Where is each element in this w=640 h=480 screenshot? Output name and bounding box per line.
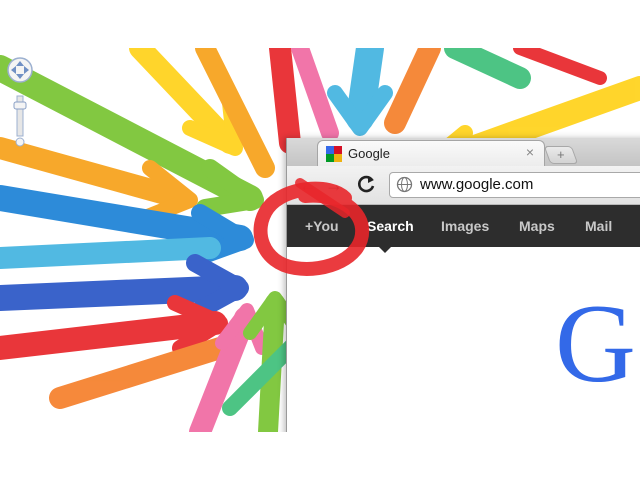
gbar-item-mail[interactable]: Mail (585, 218, 612, 234)
gbar-item-images[interactable]: Images (441, 218, 489, 234)
tab-google[interactable]: Google × (317, 140, 545, 167)
address-bar[interactable]: www.google.com (389, 172, 640, 198)
tab-title: Google (348, 146, 390, 161)
artwork-canvas: Google × + ← → www.google.com +You Searc… (0, 48, 640, 432)
url-text: www.google.com (420, 176, 534, 193)
google-logo-partial: G (555, 282, 636, 406)
map-pan-zoom-control[interactable] (6, 56, 34, 156)
forward-arrow-icon[interactable]: → (325, 175, 343, 196)
gbar-item-maps[interactable]: Maps (519, 218, 555, 234)
tab-strip: Google × + (287, 138, 640, 167)
new-tab-label: + (557, 147, 565, 162)
google-bar: +You Search Images Maps Mail (287, 205, 640, 253)
new-tab-button[interactable]: + (543, 146, 579, 164)
gbar-item-search[interactable]: Search (367, 218, 414, 234)
tab-close-icon[interactable]: × (526, 144, 534, 160)
gbar-item-plus-you[interactable]: +You (305, 218, 339, 234)
screenshot-stage: Google × + ← → www.google.com +You Searc… (0, 0, 640, 480)
google-favicon-icon (326, 146, 342, 162)
reload-icon[interactable] (357, 174, 377, 194)
browser-toolbar: ← → www.google.com (287, 166, 640, 205)
back-arrow-icon[interactable]: ← (299, 175, 317, 196)
browser-window: Google × + ← → www.google.com +You Searc… (286, 138, 640, 432)
globe-icon (396, 176, 413, 193)
active-item-pointer (379, 247, 391, 253)
